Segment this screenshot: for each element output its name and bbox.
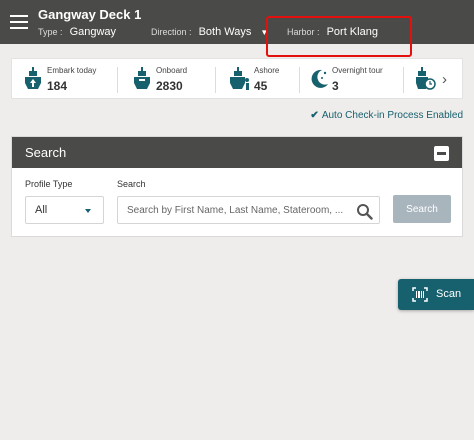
page-title: Gangway Deck 1 — [38, 7, 142, 22]
stat-divider — [117, 67, 118, 93]
harbor-info: Harbor : Port Klang — [287, 26, 378, 38]
scan-label: Scan — [436, 288, 462, 300]
auto-checkin-text: Auto Check-in Process Enabled — [321, 110, 463, 121]
search-button[interactable]: Search — [393, 195, 451, 223]
caret-down-icon: ▼ — [260, 28, 269, 37]
direction-label: Direction : — [151, 27, 192, 37]
dropdown-arrow-icon — [85, 209, 91, 213]
search-panel: Search Profile Type Search All Search — [11, 136, 463, 237]
barcode-scan-icon — [412, 287, 428, 302]
collapse-button[interactable] — [434, 146, 449, 161]
search-label: Search — [117, 179, 146, 189]
stat-value: 184 — [47, 79, 68, 93]
ship-icon — [134, 67, 150, 89]
search-panel-title: Search — [25, 145, 67, 160]
app-header: Gangway Deck 1 Type : Gangway Direction … — [0, 0, 474, 44]
harbor-value: Port Klang — [326, 26, 378, 38]
profile-type-select[interactable]: All — [25, 196, 104, 224]
check-icon: ✔ — [310, 110, 319, 121]
direction-value: Both Ways — [198, 26, 252, 38]
ship-person-icon — [230, 67, 249, 90]
scan-button[interactable]: Scan — [398, 279, 474, 310]
profile-type-value: All — [35, 204, 48, 216]
type-value: Gangway — [69, 26, 117, 38]
harbor-label: Harbor : — [287, 27, 320, 37]
stat-divider — [403, 67, 404, 93]
stat-value: 2830 — [156, 79, 183, 93]
profile-type-label: Profile Type — [25, 179, 73, 189]
stat-value: 45 — [254, 79, 268, 93]
moon-stars-icon — [311, 69, 328, 88]
search-box[interactable] — [117, 196, 380, 224]
type-info: Type : Gangway — [38, 26, 116, 38]
stat-label: Embark today — [47, 66, 97, 75]
stat-label: Overnight tour — [332, 66, 383, 75]
search-input[interactable] — [127, 203, 349, 218]
ship-up-icon — [25, 67, 41, 89]
stat-label: Ashore — [254, 66, 280, 75]
stat-divider — [299, 67, 300, 93]
stat-label: Onboard — [156, 66, 188, 75]
ship-clock-icon — [416, 67, 436, 90]
type-label: Type : — [38, 27, 63, 37]
menu-icon[interactable] — [10, 15, 28, 29]
search-panel-header: Search — [12, 137, 462, 168]
chevron-right-icon[interactable]: › — [442, 71, 447, 88]
stats-bar: Embark today 184 Onboard 2830 Ashore 45 — [11, 58, 463, 99]
stat-value: 3 — [332, 79, 339, 93]
search-icon[interactable] — [356, 203, 373, 220]
auto-checkin-status: ✔ Auto Check-in Process Enabled — [310, 110, 463, 121]
stat-divider — [215, 67, 216, 93]
direction-dropdown[interactable]: Direction : Both Ways ▼ — [151, 26, 268, 38]
